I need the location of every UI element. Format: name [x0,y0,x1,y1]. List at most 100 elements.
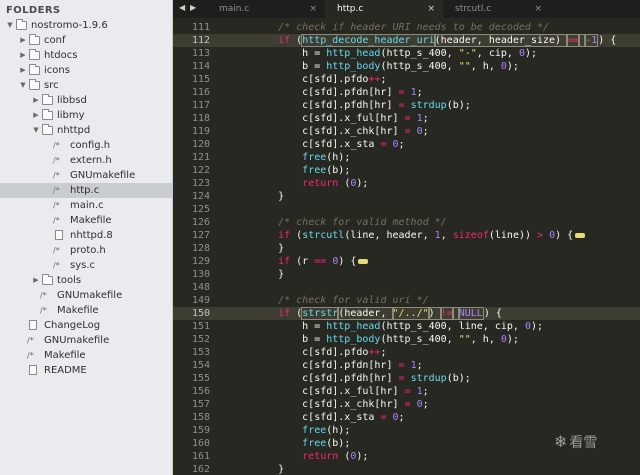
code-token: /* check if header URI needs to be decod… [278,22,550,33]
tree-item[interactable]: ▼ nhttpd [0,123,172,138]
code-line[interactable]: 152 b = http_body(http_s_400, "", h, 0); [173,333,640,346]
close-icon[interactable]: × [427,0,435,19]
code-line[interactable]: 120 c[sfd].x_sta = 0; [173,138,640,151]
tree-item[interactable]: ▶ libmy [0,108,172,123]
code-line[interactable]: 114 b = http_body(http_s_400, "", h, 0); [173,60,640,73]
chevron-right-icon[interactable]: ▶ [32,273,40,288]
tree-item[interactable]: /* GNUmakefile [0,288,172,303]
code-line[interactable]: 118 c[sfd].x_ful[hr] = 1; [173,112,640,125]
code-token: http_decode_header_uri [301,34,436,47]
code-line[interactable]: 126 /* check for valid method */ [173,216,640,229]
tree-item[interactable]: ▶ conf [0,33,172,48]
code-line[interactable]: 151 h = http_head(http_s_400, line, cip,… [173,320,640,333]
chevron-down-icon[interactable]: ▼ [32,123,40,138]
code-line[interactable]: 117 c[sfd].pfdh[hr] = strdup(b); [173,99,640,112]
folder-icon [29,64,40,75]
code-token [451,307,460,320]
chevron-down-icon[interactable]: ▼ [19,78,27,93]
tree-item[interactable]: nhttpd.8 [0,228,172,243]
code-token: c[sfd].pfdh[hr] [254,373,399,384]
code-token: (http_s_400, [380,61,459,72]
tree-item[interactable]: /* GNUmakefile [0,168,172,183]
tree-item[interactable]: /* Makefile [0,348,172,363]
code-line[interactable]: 125 [173,203,640,216]
chevron-down-icon[interactable]: ▼ [6,18,14,33]
code-line[interactable]: 119 c[sfd].x_chk[hr] = 0; [173,125,640,138]
code-line[interactable]: 158 c[sfd].x_sta = 0; [173,411,640,424]
code-token: (line)) [488,230,538,241]
code-editor[interactable]: 111 /* check if header URI needs to be d… [173,18,640,475]
tree-item[interactable]: /* http.c [0,183,172,198]
code-line[interactable]: 149 /* check for valid uri */ [173,294,640,307]
tree-item[interactable]: /* proto.h [0,243,172,258]
tree-item[interactable]: ▼ src [0,78,172,93]
fold-marker-icon[interactable] [575,232,586,238]
code-token: free [302,152,327,163]
line-number: 125 [191,204,210,215]
tree-item[interactable]: ▶ libbsd [0,93,172,108]
code-line[interactable]: 112 if (http_decode_header_uri(header, h… [173,34,640,47]
code-line[interactable]: 153 c[sfd].pfdo++; [173,346,640,359]
tab-http-c[interactable]: http.c × [325,0,443,18]
tree-item[interactable]: /* Makefile [0,213,172,228]
code-line[interactable]: 129 if (r == 0) { [173,255,640,268]
tree-item[interactable]: ▶ tools [0,273,172,288]
chevron-right-icon[interactable]: ▶ [19,48,27,63]
code-line[interactable]: 155 c[sfd].pfdh[hr] = strdup(b); [173,372,640,385]
tree-item-label: conf [44,35,66,46]
code-line[interactable]: 116 c[sfd].pfdn[hr] = 1; [173,86,640,99]
tree-item[interactable]: /* extern.h [0,153,172,168]
tab-main-c[interactable]: main.c × [207,0,325,18]
fold-marker-icon[interactable] [358,258,369,264]
chevron-right-icon[interactable]: ▶ [19,33,27,48]
code-token: (http_s_400, [380,48,459,59]
tree-item-label: Makefile [57,305,99,316]
code-line[interactable]: 156 c[sfd].x_ful[hr] = 1; [173,385,640,398]
tree-item[interactable]: /* config.h [0,138,172,153]
line-number: 112 [191,35,210,46]
chevron-right-icon[interactable]: ▶ [32,108,40,123]
code-token: /* check for valid uri */ [278,295,429,306]
tree-item[interactable]: ▶ icons [0,63,172,78]
code-token: ( [338,451,351,462]
code-line[interactable]: 122 free(b); [173,164,640,177]
code-line[interactable]: 150 if (strstr(header, "/../") != NULL) … [173,307,640,320]
tree-item[interactable]: /* GNUmakefile [0,333,172,348]
tree-item[interactable]: ▼ nostromo-1.9.6 [0,18,172,33]
code-line[interactable]: 127 if (strcutl(line, header, 1, sizeof(… [173,229,640,242]
tab-scroll-left-icon[interactable]: ◀ [179,3,185,12]
code-line[interactable]: 121 free(h); [173,151,640,164]
code-line[interactable]: 128 } [173,242,640,255]
code-line[interactable]: 157 c[sfd].x_chk[hr] = 0; [173,398,640,411]
code-line[interactable]: 113 h = http_head(http_s_400, "-", cip, … [173,47,640,60]
code-line[interactable]: 111 /* check if header URI needs to be d… [173,21,640,34]
close-icon[interactable]: × [309,0,317,19]
tree-item[interactable]: ChangeLog [0,318,172,333]
tree-item[interactable]: ▶ htdocs [0,48,172,63]
code-line[interactable]: 130 } [173,268,640,281]
code-line[interactable]: 148 [173,281,640,294]
code-line[interactable]: 124 } [173,190,640,203]
line-number: 115 [191,74,210,85]
tab-scroll-right-icon[interactable]: ▶ [190,3,196,12]
tree-item[interactable]: /* sys.c [0,258,172,273]
code-line[interactable]: 154 c[sfd].pfdn[hr] = 1; [173,359,640,372]
tree-item[interactable]: /* Makefile [0,303,172,318]
code-file-icon: /* [40,306,47,315]
chevron-right-icon[interactable]: ▶ [32,93,40,108]
code-token: b = [254,334,327,345]
code-line[interactable]: 123 return (0); [173,177,640,190]
code-line[interactable]: 115 c[sfd].pfdo++; [173,73,640,86]
close-icon[interactable]: × [534,0,542,19]
code-line[interactable]: 162 } [173,463,640,475]
tab-strcutl-c[interactable]: strcutl.c × [443,0,550,18]
folder-icon [29,49,40,60]
chevron-right-icon[interactable]: ▶ [19,63,27,78]
code-token: (b); [326,165,351,176]
tree-item[interactable]: /* main.c [0,198,172,213]
code-token: strcutl [302,230,345,241]
code-token: strdup [410,373,447,384]
tree-item[interactable]: README [0,363,172,378]
